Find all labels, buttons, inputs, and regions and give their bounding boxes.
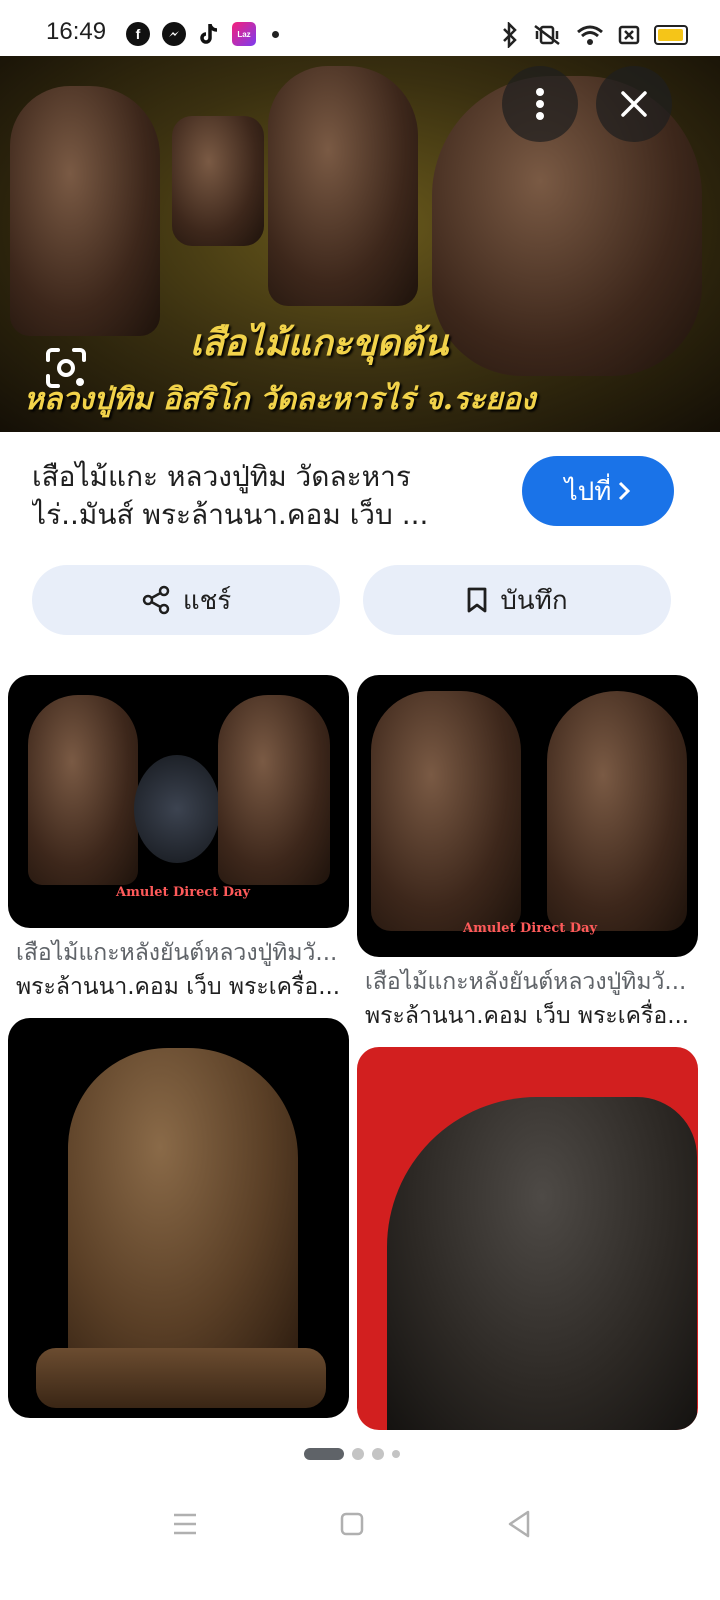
close-icon xyxy=(621,91,647,117)
notification-dot xyxy=(272,30,279,38)
share-button[interactable]: แชร์ xyxy=(32,565,340,635)
messenger-icon xyxy=(162,22,186,46)
grid-caption-2b[interactable]: พระล้านนา.คอม เว็บ พระเครื่อ... xyxy=(365,999,705,1033)
google-lens-button[interactable] xyxy=(44,346,88,390)
figure-back xyxy=(547,691,687,931)
wifi-icon xyxy=(577,25,603,45)
share-label: แชร์ xyxy=(182,585,232,616)
result-title[interactable]: เสือไม้แกะ หลวงปู่ทิม วัดละหาร ไร่..มันส… xyxy=(32,458,482,534)
visit-button[interactable]: ไปที่ xyxy=(522,456,674,526)
pager-dots xyxy=(304,1448,400,1460)
pager-dot-active xyxy=(304,1448,344,1460)
hero-caption-2: หลวงปู่ทิม อิสริโก วัดละหารไร่ จ.ระยอง xyxy=(24,382,536,417)
grid-image-2[interactable]: Amulet Direct Day xyxy=(357,675,698,957)
status-bar: 16:49 f Laz xyxy=(0,0,720,56)
chevron-right-icon xyxy=(619,481,631,501)
pager-dot xyxy=(372,1448,384,1460)
tiger-figure xyxy=(68,1048,298,1378)
close-button[interactable] xyxy=(596,66,672,142)
pager-dot xyxy=(352,1448,364,1460)
figure-left xyxy=(28,695,138,885)
status-right-icons xyxy=(502,22,688,48)
visit-button-label: ไปที่ xyxy=(564,476,612,507)
figure-front xyxy=(371,691,521,931)
grid-caption-2a[interactable]: เสือไม้แกะหลังยันต์หลวงปู่ทิมวั... xyxy=(365,965,705,999)
facebook-icon: f xyxy=(126,22,150,46)
home-icon[interactable] xyxy=(340,1512,364,1536)
battery-icon xyxy=(654,25,688,45)
carving-small xyxy=(172,116,264,246)
grid-caption-1a[interactable]: เสือไม้แกะหลังยันต์หลวงปู่ทิมวั... xyxy=(16,936,356,970)
status-app-icons: f Laz xyxy=(126,22,279,46)
grid-image-3[interactable] xyxy=(8,1018,349,1418)
lazada-icon: Laz xyxy=(232,22,256,46)
tiktok-icon xyxy=(198,22,220,46)
grid-caption-1b[interactable]: พระล้านนา.คอม เว็บ พระเครื่อ... xyxy=(16,970,356,1004)
hero-caption-1: เสือไม้แกะขุดต้น xyxy=(190,322,449,364)
share-icon xyxy=(142,585,170,615)
result-title-line-1: เสือไม้แกะ หลวงปู่ทิม วัดละหาร xyxy=(32,460,411,493)
recents-menu-icon[interactable] xyxy=(172,1512,198,1536)
figure-coin xyxy=(134,755,220,863)
no-sim-icon xyxy=(618,25,640,45)
grid-image-4[interactable] xyxy=(357,1047,698,1430)
more-vert-icon xyxy=(536,88,544,120)
tiger-base xyxy=(36,1348,326,1408)
carving-left xyxy=(10,86,160,336)
save-button[interactable]: บันทึก xyxy=(363,565,671,635)
bluetooth-icon xyxy=(503,22,517,48)
status-time: 16:49 xyxy=(46,18,107,45)
save-label: บันทึก xyxy=(500,585,568,616)
lens-icon xyxy=(46,348,86,388)
figure-right xyxy=(218,695,330,885)
result-title-line-2: ไร่..มันส์ พระล้านนา.คอม เว็บ ... xyxy=(32,498,429,531)
back-icon[interactable] xyxy=(506,1510,532,1538)
tiger-closeup xyxy=(387,1097,697,1430)
vibrate-icon xyxy=(534,25,560,45)
grid-image-1[interactable]: Amulet Direct Day xyxy=(8,675,349,928)
carving-middle xyxy=(268,66,418,306)
pager-dot xyxy=(392,1450,400,1458)
more-options-button[interactable] xyxy=(502,66,578,142)
watermark-2: Amulet Direct Day xyxy=(463,921,598,936)
system-nav-bar xyxy=(0,1480,720,1600)
bookmark-icon xyxy=(468,587,487,613)
watermark-1: Amulet Direct Day xyxy=(116,885,251,900)
